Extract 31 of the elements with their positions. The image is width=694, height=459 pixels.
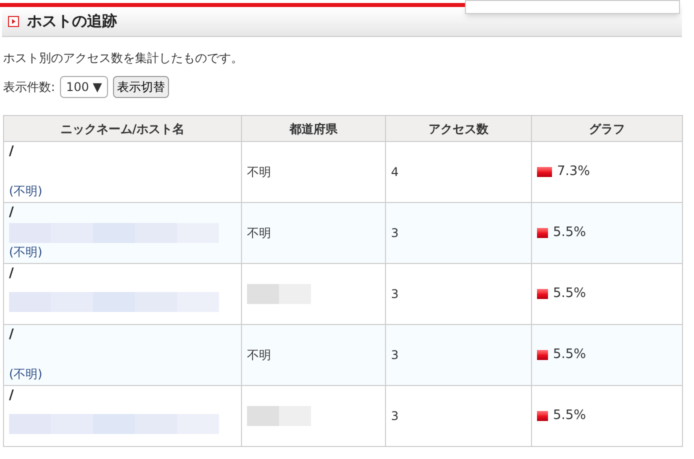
host-name: (不明) bbox=[9, 366, 44, 382]
host-name: (不明) bbox=[9, 183, 44, 199]
access-count: 3 bbox=[391, 409, 399, 423]
percentage: 5.5% bbox=[553, 346, 586, 364]
access-count: 4 bbox=[391, 165, 399, 179]
percentage: 7.3% bbox=[557, 163, 590, 182]
percentage: 5.5% bbox=[553, 224, 586, 242]
column-header: 都道府県 bbox=[242, 116, 386, 142]
count-label: 表示件数: bbox=[3, 79, 56, 96]
count-select[interactable]: 100 ▼ bbox=[60, 76, 108, 98]
display-toggle-button[interactable]: 表示切替 bbox=[113, 76, 170, 98]
nickname: / bbox=[9, 205, 15, 221]
prefecture: 不明 bbox=[247, 348, 271, 362]
nickname: / bbox=[9, 327, 15, 343]
column-header: ニックネーム/ホスト名 bbox=[4, 116, 242, 142]
nickname: / bbox=[9, 266, 15, 282]
section-title: ホストの追跡 bbox=[27, 11, 117, 32]
prefecture: 不明 bbox=[247, 226, 271, 240]
prefecture: 不明 bbox=[247, 165, 271, 179]
access-count: 3 bbox=[391, 348, 399, 362]
column-header: グラフ bbox=[532, 116, 682, 142]
play-icon bbox=[8, 16, 19, 27]
nickname: / bbox=[9, 144, 15, 160]
nickname: / bbox=[9, 388, 15, 404]
percentage: 5.5% bbox=[553, 407, 586, 426]
host-name: (不明) bbox=[9, 244, 44, 260]
column-header: アクセス数 bbox=[386, 116, 532, 142]
access-count: 3 bbox=[391, 226, 399, 240]
percentage: 5.5% bbox=[553, 285, 586, 304]
access-count: 3 bbox=[391, 287, 399, 301]
description: ホスト別のアクセス数を集計したものです。 bbox=[3, 50, 244, 67]
